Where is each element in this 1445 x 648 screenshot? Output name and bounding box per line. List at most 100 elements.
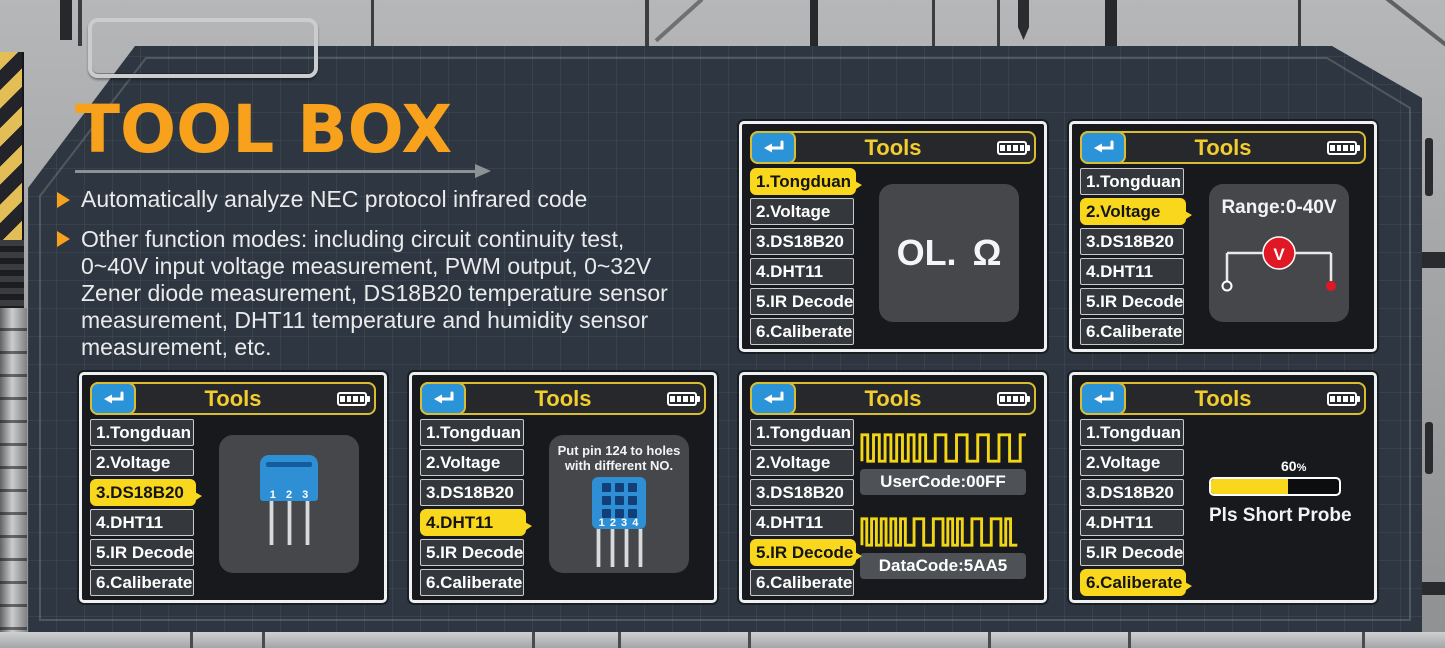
- back-button[interactable]: [1080, 382, 1126, 415]
- bullet-arrow-icon: [57, 192, 70, 208]
- metal-seam: [532, 632, 535, 648]
- return-arrow-icon: [761, 391, 785, 407]
- dht11-hint: Put pin 124 to holes with different NO.: [558, 443, 681, 473]
- return-arrow-icon: [1091, 391, 1115, 407]
- svg-text:V: V: [1273, 245, 1285, 264]
- tools-menu: 1.Tongduan 2.Voltage 3.DS18B20 4.DHT11 5.IR …: [90, 419, 196, 599]
- bullet-arrow-icon: [57, 231, 70, 247]
- menu-item-5[interactable]: 5.IR Decode: [1080, 288, 1184, 315]
- bullet-line: Other function modes: including circuit …: [81, 226, 624, 252]
- metal-seam: [371, 0, 374, 46]
- menu-item-4[interactable]: 4.DHT11: [90, 509, 194, 536]
- screen-content: OL. Ω: [860, 168, 1038, 343]
- menu-item-4[interactable]: 4.DHT11: [420, 509, 526, 536]
- menu-item-6[interactable]: 6.Caliberate: [750, 569, 854, 596]
- return-arrow-icon: [101, 391, 125, 407]
- menu-item-3[interactable]: 3.DS18B20: [1080, 228, 1184, 255]
- vent-slot: [1422, 252, 1445, 268]
- menu-item-6[interactable]: 6.Caliberate: [750, 318, 854, 345]
- screen-content: Put pin 124 to holes with different NO. …: [530, 419, 708, 594]
- bullet-line: measurement, etc.: [81, 334, 271, 360]
- screen-header: Tools: [1080, 131, 1366, 164]
- ohm-symbol: Ω: [973, 232, 1002, 274]
- menu-item-6[interactable]: 6.Caliberate: [1080, 569, 1186, 596]
- metal-seam: [618, 632, 621, 648]
- menu-item-1[interactable]: 1.Tongduan: [420, 419, 524, 446]
- metal-seam: [262, 632, 265, 648]
- metal-diagonal-seam: [655, 0, 704, 42]
- menu-item-3[interactable]: 3.DS18B20: [750, 228, 854, 255]
- tools-menu: 1.Tongduan 2.Voltage 3.DS18B20 4.DHT11 5.IR …: [420, 419, 526, 599]
- toolbox-banner: TOOL BOX Automatically analyze NEC proto…: [0, 0, 1445, 648]
- dht11-sensor-icon: 1 2 3 4: [592, 477, 646, 529]
- back-button[interactable]: [750, 382, 796, 415]
- ds18b20-sensor-icon: 1 2 3: [260, 455, 318, 501]
- menu-item-2[interactable]: 2.Voltage: [1080, 198, 1186, 225]
- data-code-group: DataCode:5AA5: [860, 515, 1026, 579]
- menu-item-1[interactable]: 1.Tongduan: [1080, 168, 1184, 195]
- device-screen-calibrate: Tools 1.Tongduan2.Voltage3.DS18B204.DHT1…: [1069, 372, 1377, 603]
- menu-item-5[interactable]: 5.IR Decode: [90, 539, 194, 566]
- menu-item-4[interactable]: 4.DHT11: [1080, 509, 1184, 536]
- menu-item-2[interactable]: 2.Voltage: [90, 449, 194, 476]
- menu-item-4[interactable]: 4.DHT11: [1080, 258, 1184, 285]
- return-arrow-icon: [761, 140, 785, 156]
- metal-seam: [932, 0, 935, 46]
- voltmeter-circuit-icon: V: [1219, 229, 1339, 301]
- sensor-pins: [596, 529, 643, 567]
- battery-icon: [667, 392, 697, 406]
- menu-item-1[interactable]: 1.Tongduan: [750, 419, 854, 446]
- voltage-range-label: Range:0-40V: [1221, 197, 1336, 219]
- menu-item-1[interactable]: 1.Tongduan: [1080, 419, 1184, 446]
- metal-seam: [1362, 632, 1365, 648]
- tools-menu: 1.Tongduan 2.Voltage 3.DS18B20 4.DHT11 5.IR …: [1080, 419, 1186, 599]
- menu-item-3[interactable]: 3.DS18B20: [750, 479, 854, 506]
- dht11-vents: [592, 477, 646, 518]
- user-code-label: UserCode:00FF: [860, 469, 1026, 495]
- pin-numbers: 1 2 3 4: [592, 517, 646, 529]
- metal-seam: [1105, 0, 1117, 46]
- menu-item-6[interactable]: 6.Caliberate: [1080, 318, 1184, 345]
- ir-waveform-icon: [860, 515, 1026, 549]
- back-button[interactable]: [1080, 131, 1126, 164]
- ir-waveform-icon: [860, 431, 1026, 465]
- battery-icon: [1327, 392, 1357, 406]
- menu-item-6[interactable]: 6.Caliberate: [90, 569, 194, 596]
- menu-item-3[interactable]: 3.DS18B20: [90, 479, 196, 506]
- reading-box: Put pin 124 to holes with different NO. …: [549, 435, 689, 573]
- progress-bar-fill: [1211, 479, 1288, 494]
- menu-item-3[interactable]: 3.DS18B20: [420, 479, 524, 506]
- bullet-item: Automatically analyze NEC protocol infra…: [57, 187, 747, 212]
- bullet-text: Other function modes: including circuit …: [81, 226, 668, 361]
- metal-seam: [190, 632, 193, 648]
- menu-item-4[interactable]: 4.DHT11: [750, 509, 854, 536]
- screw-slot: [1018, 0, 1029, 40]
- menu-item-2[interactable]: 2.Voltage: [1080, 449, 1184, 476]
- calibration-message: Pls Short Probe: [1209, 505, 1349, 527]
- menu-item-2[interactable]: 2.Voltage: [420, 449, 524, 476]
- back-button[interactable]: [750, 131, 796, 164]
- menu-item-1[interactable]: 1.Tongduan: [750, 168, 856, 195]
- bullet-line: 0~40V input voltage measurement, PWM out…: [81, 253, 651, 279]
- menu-item-5[interactable]: 5.IR Decode: [750, 288, 854, 315]
- menu-item-6[interactable]: 6.Caliberate: [420, 569, 524, 596]
- metal-seam: [1298, 0, 1301, 46]
- menu-item-2[interactable]: 2.Voltage: [750, 198, 854, 225]
- menu-item-5[interactable]: 5.IR Decode: [1080, 539, 1184, 566]
- menu-item-5[interactable]: 5.IR Decode: [420, 539, 524, 566]
- menu-item-4[interactable]: 4.DHT11: [750, 258, 854, 285]
- menu-item-3[interactable]: 3.DS18B20: [1080, 479, 1184, 506]
- progress-bar: [1209, 477, 1341, 496]
- device-screen-ds18b20: Tools 1.Tongduan 2.Voltage 3.DS18B20 4.DHT1…: [79, 372, 387, 603]
- bullet-line: measurement, DHT11 temperature and humid…: [81, 307, 648, 333]
- menu-item-5[interactable]: 5.IR Decode: [750, 539, 856, 566]
- back-button[interactable]: [420, 382, 466, 415]
- menu-item-2[interactable]: 2.Voltage: [750, 449, 854, 476]
- metal-seam: [60, 0, 72, 40]
- screen-content: 1 2 3: [200, 419, 378, 594]
- menu-item-1[interactable]: 1.Tongduan: [90, 419, 194, 446]
- vent-slot: [1425, 422, 1433, 474]
- back-button[interactable]: [90, 382, 136, 415]
- screen-header: Tools: [90, 382, 376, 415]
- battery-icon: [997, 141, 1027, 155]
